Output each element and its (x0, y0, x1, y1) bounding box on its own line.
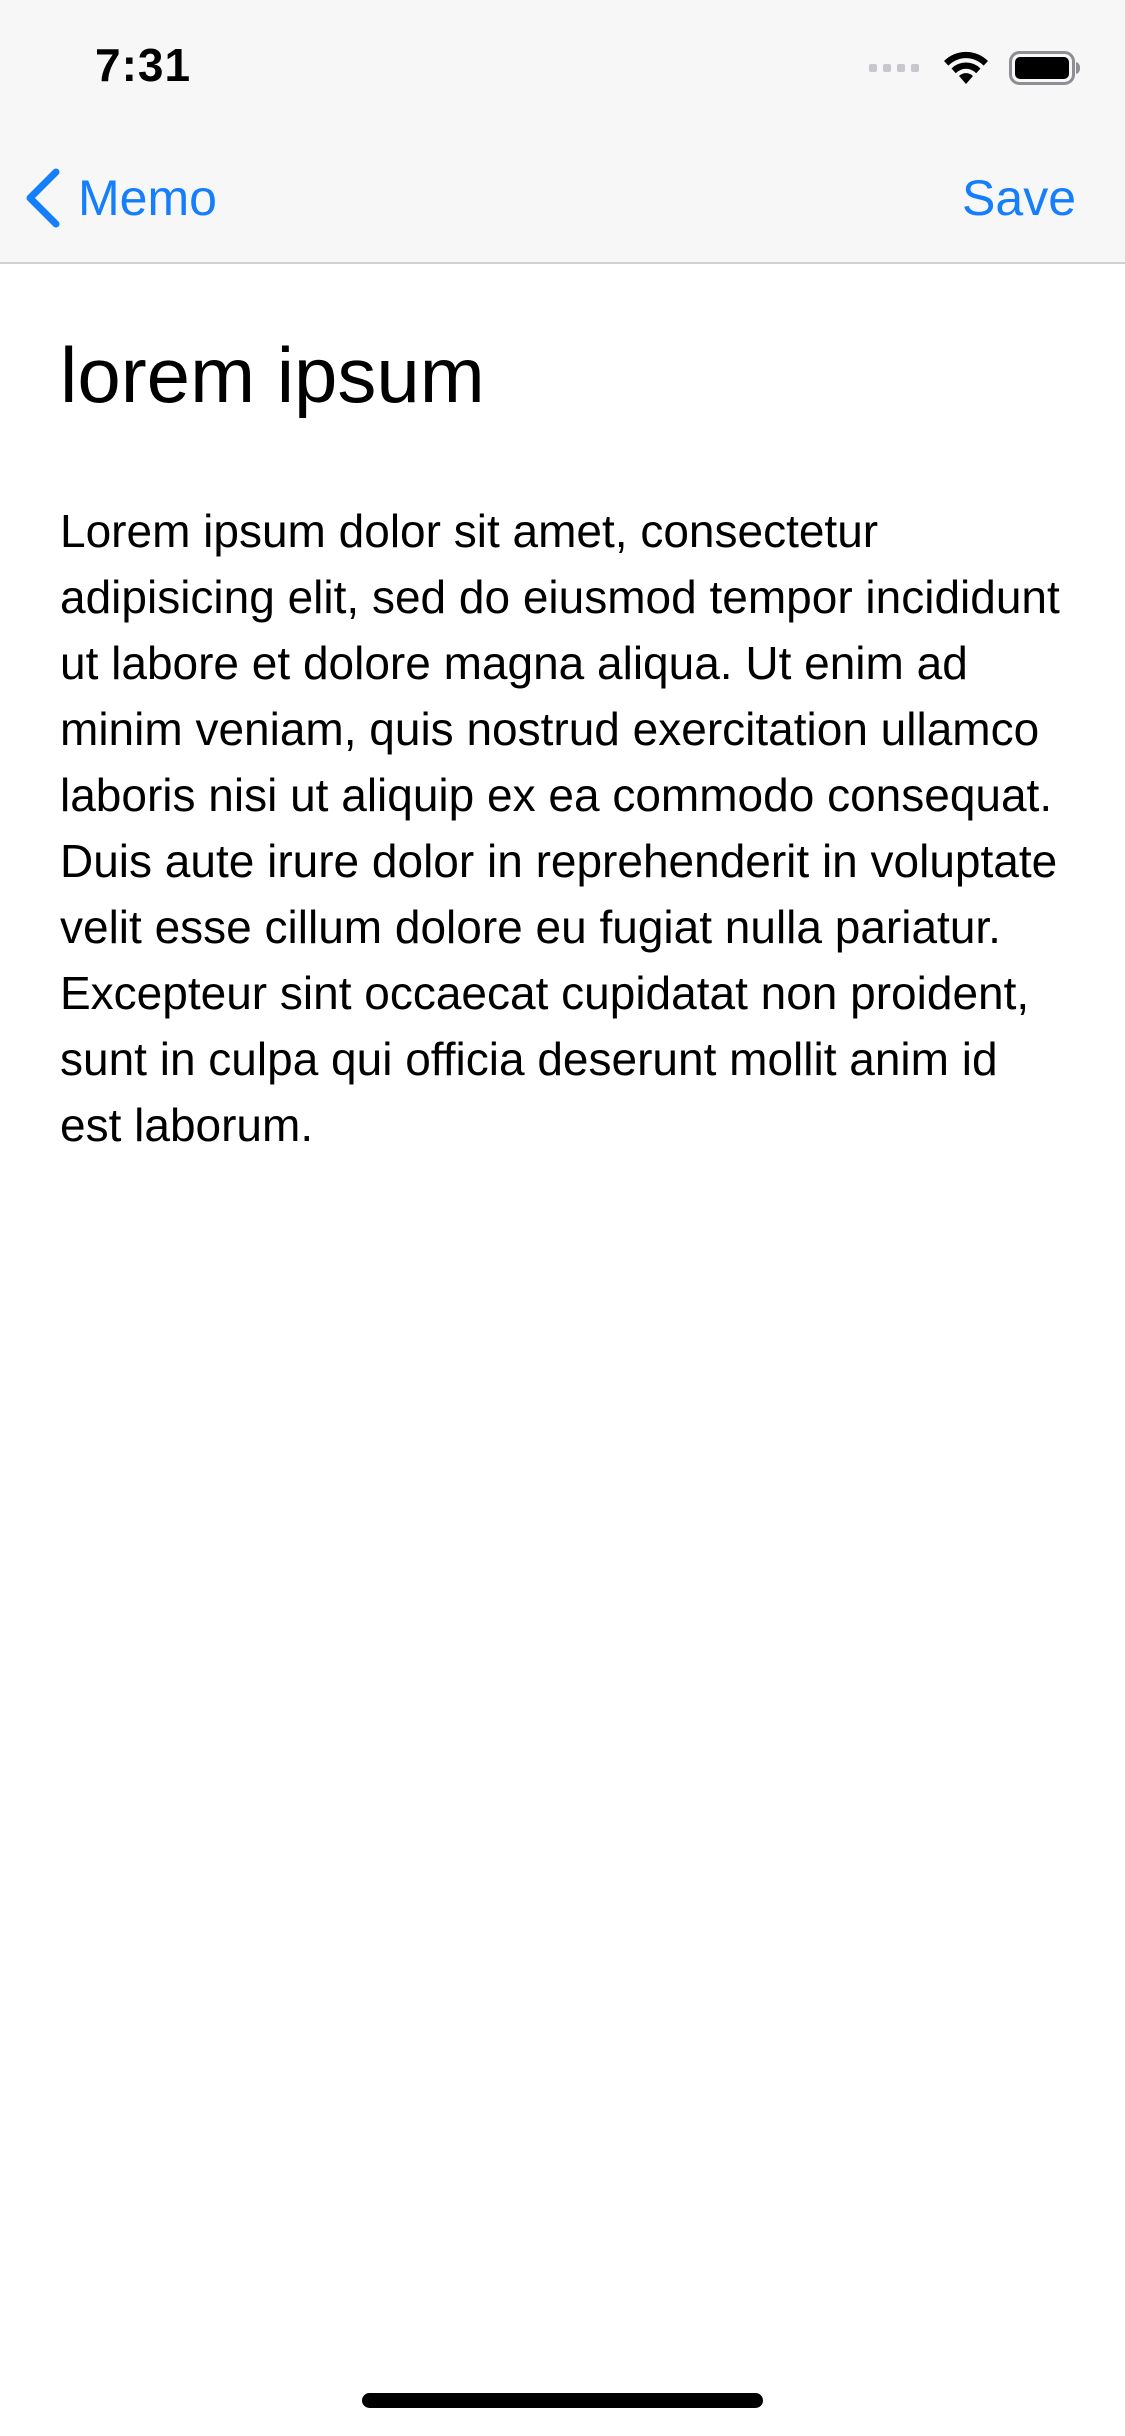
chevron-left-icon (26, 168, 60, 228)
memo-body-field[interactable]: Lorem ipsum dolor sit amet, consectetur … (60, 498, 1070, 1158)
back-button[interactable]: Memo (22, 162, 217, 234)
memo-edit-screen: 7:31 Memo Save lorem ipsum Lorem ipsum d… (0, 0, 1125, 2436)
wifi-icon (944, 51, 988, 84)
battery-icon (1009, 51, 1080, 85)
home-indicator[interactable] (362, 2393, 763, 2408)
status-indicators (869, 48, 1081, 88)
navigation-bar: Memo Save (0, 132, 1125, 264)
status-time: 7:31 (95, 39, 192, 91)
back-button-label: Memo (78, 170, 217, 226)
status-bar: 7:31 (0, 0, 1125, 132)
cellular-signal-icon (869, 64, 919, 72)
save-button[interactable]: Save (962, 162, 1076, 234)
memo-title-field[interactable]: lorem ipsum (60, 330, 1065, 420)
